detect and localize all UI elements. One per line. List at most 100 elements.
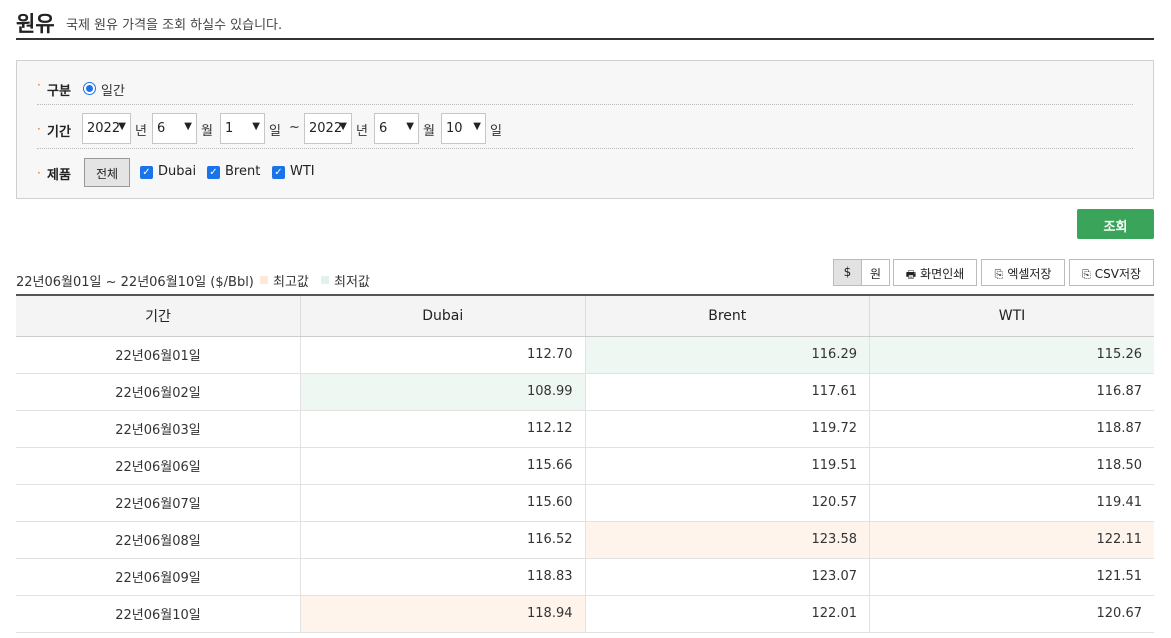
cell-date: 22년06월06일 [16, 447, 301, 485]
end-year-value: 2022 [309, 121, 343, 136]
day-unit: 일 [490, 124, 502, 139]
wti-checkbox-label[interactable]: WTI [290, 164, 315, 179]
end-month-value: 6 [379, 121, 388, 136]
max-legend-swatch [260, 276, 268, 284]
select-all-button[interactable]: 전체 [84, 158, 130, 187]
dollar-unit-button[interactable]: $ [833, 259, 862, 286]
table-header-row: 기간 Dubai Brent WTI [16, 294, 1154, 337]
page-header: 원유 국제 원유 가격을 조회 하실수 있습니다. [16, 0, 1154, 40]
start-month-value: 6 [157, 121, 166, 136]
min-legend-label: 최저값 [334, 275, 370, 290]
start-month-select[interactable]: 6 ▼ [152, 113, 197, 144]
cell-date: 22년06월09일 [16, 558, 301, 596]
cell-wti: 118.87 [869, 410, 1154, 448]
save-file-icon: ⎘ [1081, 268, 1091, 281]
start-day-select[interactable]: 1 ▼ [220, 113, 265, 144]
cell-wti: 121.51 [869, 558, 1154, 596]
cell-wti: 118.50 [869, 447, 1154, 485]
year-unit: 년 [356, 124, 368, 139]
end-month-select[interactable]: 6 ▼ [374, 113, 419, 144]
start-year-value: 2022 [87, 121, 121, 136]
period-label: 기간 [47, 125, 71, 140]
category-row: · 구분 일간 [37, 61, 1133, 105]
month-unit: 월 [423, 124, 435, 139]
cell-dubai: 118.94 [300, 595, 585, 633]
chevron-down-icon: ▼ [118, 121, 126, 132]
max-legend-label: 최고값 [273, 275, 309, 290]
cell-dubai: 108.99 [300, 373, 585, 411]
won-unit-button[interactable]: 원 [861, 259, 890, 286]
bullet-icon: · [37, 166, 41, 180]
min-legend-swatch [321, 276, 329, 284]
print-button[interactable]: 🖶 화면인쇄 [893, 259, 977, 286]
cell-date: 22년06월10일 [16, 595, 301, 633]
end-day-value: 10 [446, 121, 463, 136]
dubai-checkbox-label[interactable]: Dubai [158, 164, 196, 179]
price-table: 기간 Dubai Brent WTI 22년06월01일 112.70 116.… [16, 294, 1154, 633]
chevron-down-icon: ▼ [406, 121, 414, 132]
cell-wti: 116.87 [869, 373, 1154, 411]
end-year-select[interactable]: 2022 ▼ [304, 113, 352, 144]
column-header-brent: Brent [584, 294, 870, 337]
cell-brent: 116.29 [584, 336, 870, 374]
csv-save-button[interactable]: ⎘ CSV저장 [1069, 259, 1154, 286]
cell-dubai: 112.12 [300, 410, 585, 448]
brent-checkbox[interactable]: ✓ [207, 166, 220, 179]
brent-checkbox-label[interactable]: Brent [225, 164, 260, 179]
bullet-icon: · [37, 122, 41, 136]
cell-dubai: 116.52 [300, 521, 585, 559]
start-year-select[interactable]: 2022 ▼ [82, 113, 131, 144]
daily-radio-label[interactable]: 일간 [101, 80, 125, 99]
column-header-wti: WTI [869, 294, 1154, 337]
wti-checkbox[interactable]: ✓ [272, 166, 285, 179]
table-row: 22년06월01일 112.70 116.29 115.26 [16, 336, 1154, 374]
year-unit: 년 [135, 124, 147, 139]
cell-dubai: 118.83 [300, 558, 585, 596]
table-row: 22년06월09일 118.83 123.07 121.51 [16, 558, 1154, 596]
save-file-icon: ⎘ [994, 268, 1004, 281]
search-button[interactable]: 조회 [1077, 209, 1154, 239]
day-unit: 일 [269, 124, 281, 139]
product-label: 제품 [47, 168, 71, 183]
csv-save-label: CSV저장 [1094, 267, 1142, 281]
product-row: · 제품 [37, 149, 1133, 199]
cell-date: 22년06월08일 [16, 521, 301, 559]
daily-radio[interactable] [83, 82, 96, 95]
cell-wti: 119.41 [869, 484, 1154, 522]
cell-brent: 120.57 [584, 484, 870, 522]
chevron-down-icon: ▼ [473, 121, 481, 132]
excel-save-label: 엑셀저장 [1007, 267, 1052, 281]
cell-brent: 123.58 [584, 521, 870, 559]
cell-brent: 117.61 [584, 373, 870, 411]
cell-date: 22년06월01일 [16, 336, 301, 374]
cell-date: 22년06월07일 [16, 484, 301, 522]
page-description: 국제 원유 가격을 조회 하실수 있습니다. [66, 18, 283, 33]
table-row: 22년06월10일 118.94 122.01 120.67 [16, 595, 1154, 633]
chevron-down-icon: ▼ [252, 121, 260, 132]
cell-wti: 120.67 [869, 595, 1154, 633]
table-row: 22년06월08일 116.52 123.58 122.11 [16, 521, 1154, 559]
table-row: 22년06월07일 115.60 120.57 119.41 [16, 484, 1154, 522]
table-row: 22년06월03일 112.12 119.72 118.87 [16, 410, 1154, 448]
excel-save-button[interactable]: ⎘ 엑셀저장 [981, 259, 1065, 286]
column-header-dubai: Dubai [300, 294, 585, 337]
end-day-select[interactable]: 10 ▼ [441, 113, 486, 144]
cell-brent: 119.51 [584, 447, 870, 485]
printer-icon: 🖶 [905, 268, 917, 281]
cell-dubai: 112.70 [300, 336, 585, 374]
start-day-value: 1 [225, 121, 234, 136]
date-range-summary: 22년06월01일 ~ 22년06월10일 ($/Bbl) [16, 275, 254, 290]
page-title: 원유 [16, 12, 55, 36]
dubai-checkbox[interactable]: ✓ [140, 166, 153, 179]
cell-brent: 119.72 [584, 410, 870, 448]
cell-brent: 122.01 [584, 595, 870, 633]
cell-wti: 122.11 [869, 521, 1154, 559]
cell-brent: 123.07 [584, 558, 870, 596]
cell-wti: 115.26 [869, 336, 1154, 374]
table-row: 22년06월06일 115.66 119.51 118.50 [16, 447, 1154, 485]
cell-date: 22년06월02일 [16, 373, 301, 411]
range-tilde: ~ [289, 120, 300, 135]
cell-date: 22년06월03일 [16, 410, 301, 448]
month-unit: 월 [201, 124, 213, 139]
table-row: 22년06월02일 108.99 117.61 116.87 [16, 373, 1154, 411]
